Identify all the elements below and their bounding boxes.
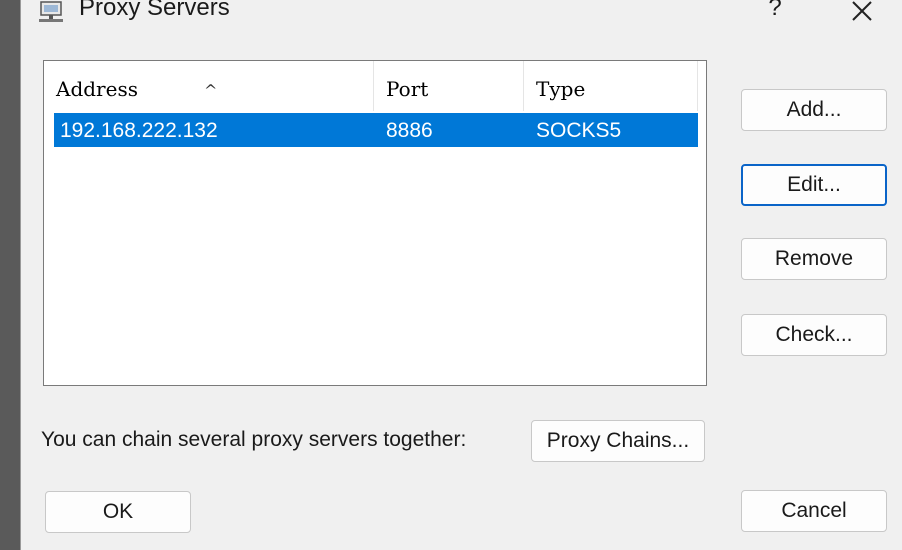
list-header: Address ^ Port Type xyxy=(44,61,706,111)
cancel-button[interactable]: Cancel xyxy=(741,490,887,532)
column-header-port[interactable]: Port xyxy=(374,61,524,111)
column-header-address[interactable]: Address ^ xyxy=(44,61,374,111)
check-button[interactable]: Check... xyxy=(741,314,887,356)
column-header-address-label: Address xyxy=(56,77,138,101)
table-row[interactable]: 192.168.222.132 8886 SOCKS5 xyxy=(54,113,698,147)
proxy-list[interactable]: Address ^ Port Type 192.168.222.132 8886… xyxy=(43,60,707,386)
dialog-title: Proxy Servers xyxy=(79,0,230,21)
column-header-type[interactable]: Type xyxy=(524,61,698,111)
sort-ascending-icon: ^ xyxy=(204,81,218,100)
proxy-chains-button[interactable]: Proxy Chains... xyxy=(531,420,705,462)
title-bar: Proxy Servers ? xyxy=(21,0,902,30)
edit-button[interactable]: Edit... xyxy=(741,164,887,206)
cell-address: 192.168.222.132 xyxy=(60,119,218,142)
proxy-servers-dialog: Proxy Servers ? Address ^ Port Type 192.… xyxy=(20,0,902,550)
add-button[interactable]: Add... xyxy=(741,89,887,131)
close-icon[interactable] xyxy=(847,0,877,26)
column-header-type-label: Type xyxy=(536,77,586,101)
cell-type: SOCKS5 xyxy=(536,119,622,142)
network-computer-icon xyxy=(37,0,67,26)
chain-description: You can chain several proxy servers toge… xyxy=(41,428,467,451)
column-header-port-label: Port xyxy=(386,77,429,101)
help-button[interactable]: ? xyxy=(765,0,785,22)
remove-button[interactable]: Remove xyxy=(741,238,887,280)
ok-button[interactable]: OK xyxy=(45,491,191,533)
cell-port: 8886 xyxy=(386,119,433,142)
